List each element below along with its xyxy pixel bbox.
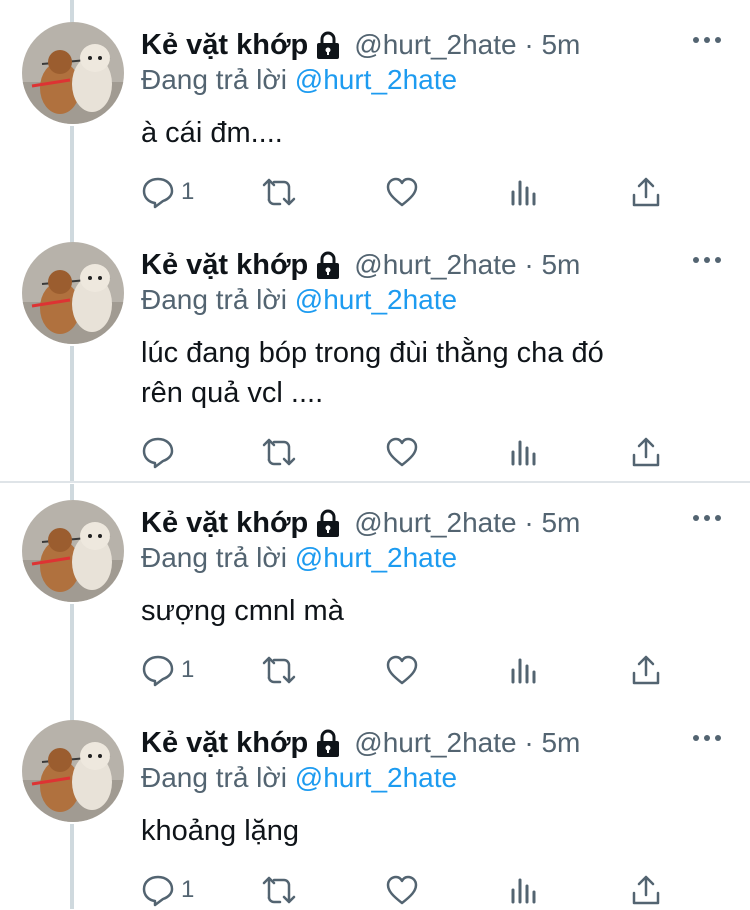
avatar[interactable] [22,720,124,822]
reply-count: 1 [181,656,195,683]
retweet-button[interactable] [262,172,298,212]
share-icon [632,875,660,905]
more-options-icon[interactable] [692,250,722,270]
reply-button[interactable]: 1 [141,172,194,212]
avatar[interactable] [22,242,124,344]
reply-mention-link[interactable]: @hurt_2hate [295,64,457,95]
retweet-icon [262,656,296,684]
reply-prefix: Đang trả lời [141,284,287,315]
retweet-button[interactable] [262,432,298,472]
heart-icon [386,437,418,467]
analytics-button[interactable] [509,650,539,690]
display-name[interactable]: Kẻ vặt khớp [141,727,308,760]
handle-time[interactable]: @hurt_2hate · 5m [354,507,580,539]
share-button[interactable] [630,172,662,212]
share-icon [632,437,660,467]
share-button[interactable] [630,432,662,472]
handle-time[interactable]: @hurt_2hate · 5m [354,29,580,61]
tweet-text: à cái đm.... [141,117,283,149]
reply-icon [142,875,174,907]
tweet[interactable]: Kẻ vặt khớp @hurt_2hate · 5m Đang trả lờ… [0,478,750,700]
reply-prefix: Đang trả lời [141,762,287,793]
reply-icon [142,655,174,687]
reply-button[interactable]: 1 [141,650,194,690]
replying-to: Đang trả lời @hurt_2hate [141,64,457,96]
display-name[interactable]: Kẻ vặt khớp [141,507,308,540]
like-button[interactable] [385,432,419,472]
analytics-button[interactable] [509,870,539,910]
retweet-icon [262,178,296,206]
tweet-header: Kẻ vặt khớp @hurt_2hate · 5m [141,26,580,64]
action-bar: 1 [0,172,750,212]
share-icon [632,177,660,207]
reply-mention-link[interactable]: @hurt_2hate [295,762,457,793]
handle-time[interactable]: @hurt_2hate · 5m [354,727,580,759]
analytics-icon [511,440,536,466]
heart-icon [386,655,418,685]
retweet-icon [262,876,296,904]
tweet-header: Kẻ vặt khớp @hurt_2hate · 5m [141,246,580,284]
reply-count: 1 [181,876,195,903]
reply-button[interactable]: 1 [141,870,194,910]
tweet-text: lúc đang bóp trong đùi thằng cha đó rên … [141,337,604,409]
replying-to: Đang trả lời @hurt_2hate [141,284,457,316]
heart-icon [386,177,418,207]
analytics-icon [511,180,536,206]
tweet-header: Kẻ vặt khớp @hurt_2hate · 5m [141,724,580,762]
analytics-icon [511,878,536,904]
more-options-icon[interactable] [692,508,722,528]
like-button[interactable] [385,870,419,910]
reply-count: 1 [181,178,195,205]
display-name[interactable]: Kẻ vặt khớp [141,249,308,282]
tweet-header: Kẻ vặt khớp @hurt_2hate · 5m [141,504,580,542]
reply-button[interactable] [141,432,181,472]
analytics-button[interactable] [509,432,539,472]
avatar[interactable] [22,500,124,602]
display-name[interactable]: Kẻ vặt khớp [141,29,308,62]
share-button[interactable] [630,870,662,910]
reply-mention-link[interactable]: @hurt_2hate [295,542,457,573]
share-button[interactable] [630,650,662,690]
heart-icon [386,875,418,905]
action-bar [0,432,750,472]
action-bar: 1 [0,650,750,690]
tweet-text: khoảng lặng [141,815,300,847]
retweet-button[interactable] [262,650,298,690]
reply-prefix: Đang trả lời [141,542,287,573]
lock-icon [314,250,342,280]
tweet[interactable]: Kẻ vặt khớp @hurt_2hate · 5m Đang trả lờ… [0,698,750,909]
like-button[interactable] [385,172,419,212]
lock-icon [314,30,342,60]
reply-mention-link[interactable]: @hurt_2hate [295,284,457,315]
replying-to: Đang trả lời @hurt_2hate [141,762,457,794]
replying-to: Đang trả lời @hurt_2hate [141,542,457,574]
avatar[interactable] [22,22,124,124]
lock-icon [314,728,342,758]
more-options-icon[interactable] [692,728,722,748]
share-icon [632,655,660,685]
more-options-icon[interactable] [692,30,722,50]
reply-icon [142,437,174,469]
action-bar: 1 [0,870,750,910]
tweet[interactable]: Kẻ vặt khớp @hurt_2hate · 5m Đang trả lờ… [0,220,750,481]
retweet-button[interactable] [262,870,298,910]
retweet-icon [262,438,296,466]
reply-icon [142,177,174,209]
handle-time[interactable]: @hurt_2hate · 5m [354,249,580,281]
analytics-icon [511,658,536,684]
tweet[interactable]: Kẻ vặt khớp @hurt_2hate · 5m Đang trả lờ… [0,0,750,230]
like-button[interactable] [385,650,419,690]
lock-icon [314,508,342,538]
tweet-text: sượng cmnl mà [141,595,344,627]
reply-prefix: Đang trả lời [141,64,287,95]
analytics-button[interactable] [509,172,539,212]
